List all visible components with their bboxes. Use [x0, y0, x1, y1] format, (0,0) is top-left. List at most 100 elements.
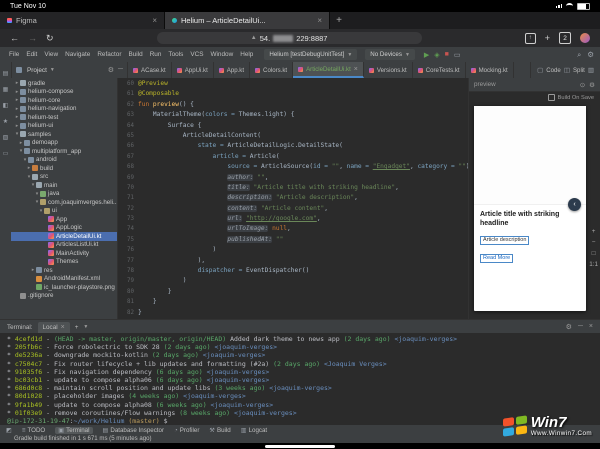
actual-size-icon[interactable]: 1:1 [589, 261, 598, 268]
build-icon[interactable]: ⚒ [209, 427, 215, 434]
favorites-icon[interactable]: ★ [3, 118, 8, 125]
tree-item[interactable]: ▸res [11, 266, 117, 275]
tab-close-icon[interactable]: × [317, 16, 322, 25]
todo-icon[interactable]: ≡ [22, 427, 26, 434]
menu-item-tools[interactable]: Tools [165, 51, 186, 58]
new-tab-button[interactable]: + [330, 12, 348, 29]
tree-item[interactable]: ▾java [11, 190, 117, 199]
run-icon[interactable]: ▶ [424, 51, 429, 59]
tree-item[interactable]: ▾src [11, 173, 117, 182]
stop-icon[interactable]: ■ [445, 51, 449, 58]
zoom-in-icon[interactable]: + [592, 228, 596, 235]
tab-count-button[interactable]: 2 [559, 32, 571, 44]
menu-item-window[interactable]: Window [207, 51, 236, 58]
code-line[interactable]: 77 ), [118, 256, 468, 266]
reload-icon[interactable]: ↻ [46, 33, 54, 44]
tool-button-profiler[interactable]: ◔Profiler [174, 427, 199, 434]
split-view-label[interactable]: Split [573, 67, 585, 74]
menu-item-vcs[interactable]: VCS [187, 51, 206, 58]
address-bar[interactable]: ▲ 54. 229:8887 [157, 32, 422, 44]
device-explorer-icon[interactable]: ▭ [3, 150, 9, 157]
tree-item[interactable]: ▸demoapp [11, 139, 117, 148]
browser-tab[interactable]: Figma× [0, 12, 165, 29]
tool-button-logcat[interactable]: ▥Logcat [241, 427, 267, 434]
terminal-output[interactable]: * 4cefd1d - (HEAD -> master, origin/mast… [0, 333, 600, 424]
panel-hide-icon[interactable]: ─ [118, 66, 123, 74]
tool-button-terminal[interactable]: ▣Terminal [55, 427, 92, 434]
tree-item[interactable]: ▾com.joaquimverges.heli... [11, 198, 117, 207]
minimize-icon[interactable]: ─ [578, 323, 583, 331]
share-icon[interactable]: ↑ [525, 33, 536, 44]
code-line[interactable]: 63 MaterialTheme(colors = Themes.light) … [118, 110, 468, 120]
editor-tab[interactable]: App.kt [214, 62, 250, 78]
device-dropdown[interactable]: No Devices ▼ [365, 49, 415, 60]
tree-item[interactable]: Themes [11, 258, 117, 267]
tree-item[interactable]: ▸helium-test [11, 113, 117, 122]
editor-tab[interactable]: Mocking.kt [466, 62, 514, 78]
tree-item[interactable]: ▾android [11, 156, 117, 165]
tree-item[interactable]: AppLogic [11, 224, 117, 233]
editor-tab[interactable]: ArticleDetailUi.kt× [293, 62, 364, 78]
back-icon[interactable]: ← [10, 33, 19, 43]
code-line[interactable]: 72 content: "Article content", [118, 204, 468, 214]
editor-tab[interactable]: Colors.kt [250, 62, 293, 78]
zoom-out-icon[interactable]: − [592, 239, 596, 246]
design-view-icon[interactable]: ▥ [588, 66, 594, 74]
terminal-tab[interactable]: Local × [38, 322, 70, 333]
tree-item[interactable]: ▾multiplatform_app [11, 147, 117, 156]
editor-tab[interactable]: Versions.kt [364, 62, 413, 78]
forward-icon[interactable]: → [28, 33, 37, 43]
menu-item-build[interactable]: Build [125, 51, 145, 58]
menu-item-help[interactable]: Help [237, 51, 256, 58]
split-view-icon[interactable]: ◫ [564, 66, 570, 74]
tree-item[interactable]: ArticlesListUi.kt [11, 241, 117, 250]
preview-settings-icon[interactable]: ⚙ [589, 81, 595, 89]
run-config-dropdown[interactable]: Helium [testDebugUnitTest] ▼ [264, 49, 357, 60]
tool-button-build[interactable]: ⚒Build [209, 427, 230, 434]
code-editor[interactable]: 60@Preview61@Composable62fun preview() {… [118, 78, 468, 319]
terminal-settings-icon[interactable]: ⚙ [566, 323, 572, 331]
browser-tab[interactable]: Helium – ArticleDetailUi...× [165, 12, 330, 29]
menu-item-file[interactable]: File [6, 51, 22, 58]
profiler-icon[interactable]: ◔ [174, 427, 178, 434]
tree-item[interactable]: ▸helium-navigation [11, 105, 117, 114]
close-icon[interactable]: × [589, 323, 593, 331]
project-panel-header[interactable]: Project ▼ ⚙ ─ [12, 62, 128, 78]
menu-item-run[interactable]: Run [147, 51, 165, 58]
code-line[interactable]: 76 ) [118, 245, 468, 255]
code-view-icon[interactable]: ▢ [537, 66, 543, 74]
checkbox-icon[interactable] [548, 94, 555, 101]
code-line[interactable]: 66 state = ArticleDetailLogic.DetailStat… [118, 141, 468, 151]
toolwindow-toggle-icon[interactable]: ◩ [6, 427, 12, 434]
tool-button-todo[interactable]: ≡TODO [22, 427, 45, 434]
resource-manager-icon[interactable]: ▦ [3, 86, 9, 93]
editor-tab[interactable]: CoreTests.kt [413, 62, 466, 78]
code-line[interactable]: 71 description: "Article description", [118, 193, 468, 203]
code-line[interactable]: 61@Composable [118, 89, 468, 99]
tree-item[interactable]: App [11, 215, 117, 224]
add-tab-icon[interactable]: + [545, 33, 550, 43]
code-line[interactable]: 80 } [118, 287, 468, 297]
logcat-icon[interactable]: ▥ [241, 427, 247, 434]
build-on-save-label[interactable]: Build On Save [558, 95, 594, 101]
tree-item[interactable]: ▸build [11, 164, 117, 173]
tree-item[interactable]: ▸helium-core [11, 96, 117, 105]
tree-item[interactable]: ▸helium-ui [11, 122, 117, 131]
code-line[interactable]: 74 urlToImage: null, [118, 224, 468, 234]
code-view-label[interactable]: Code [546, 67, 561, 74]
pin-icon[interactable]: ⊙ [580, 81, 585, 89]
build-variants-icon[interactable]: ▧ [3, 134, 9, 141]
tree-item[interactable]: MainActivity [11, 249, 117, 258]
debug-icon[interactable]: ◈ [434, 51, 439, 59]
tree-item[interactable]: ArticleDetailUi.kt [11, 232, 117, 241]
menu-item-navigate[interactable]: Navigate [62, 51, 93, 58]
code-line[interactable]: 82} [118, 308, 468, 318]
code-line[interactable]: 78 dispatcher = EventDispatcher() [118, 266, 468, 276]
settings-icon[interactable]: ⚙ [587, 50, 594, 59]
code-line[interactable]: 70 title: "Article title with striking h… [118, 183, 468, 193]
project-icon[interactable]: ▤ [3, 70, 9, 77]
tab-close-icon[interactable]: × [152, 16, 157, 25]
tree-item[interactable]: ▾main [11, 181, 117, 190]
tree-item[interactable]: ▾ui [11, 207, 117, 216]
read-more-link[interactable]: Read More [480, 254, 513, 263]
